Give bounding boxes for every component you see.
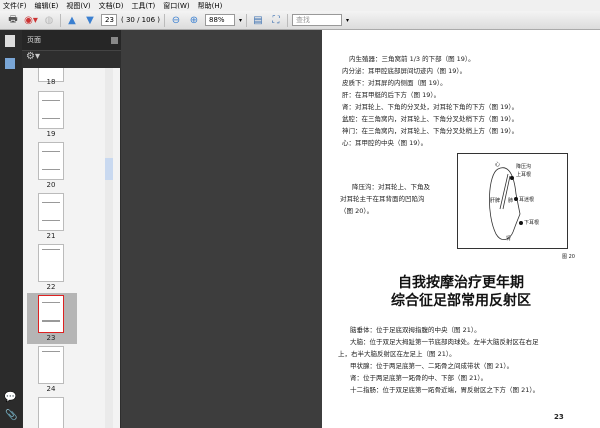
create-pdf-icon[interactable]: ◉▾ (24, 14, 38, 27)
zoom-out-button[interactable]: ⊖ (169, 14, 183, 27)
divider (287, 13, 289, 27)
thumbnail-list: 18 19 20 21 22 23 24 (23, 68, 120, 428)
menu-edit[interactable]: 编辑(E) (35, 1, 59, 11)
text-line: 大脑：位于双足大拇趾第一节底部肉球处。左半大脑反射区在右足 (350, 338, 539, 346)
document-background (121, 30, 322, 428)
chevron-down-icon[interactable]: ▾ (346, 17, 349, 24)
text-line: 内生殖器：三角窝前 1/3 的下部（图 19）。 (349, 55, 475, 63)
collaborate-icon[interactable]: ◍ (42, 14, 56, 27)
text-line: 降压沟：对耳轮上、下角及 (352, 183, 430, 191)
page-count: ( 30 / 106 ) (121, 16, 160, 24)
thumbnail-20[interactable] (38, 142, 64, 180)
divider (164, 13, 165, 27)
figure-label: 心 (495, 162, 501, 168)
divider (246, 13, 248, 27)
ear-figure: 心 降压沟 上耳根 肝脾 肺 耳迷根 下耳根 肾 (457, 153, 568, 249)
figure-label: 肾 (506, 236, 512, 242)
thumbnail-label: 18 (46, 78, 56, 86)
pages-icon[interactable] (5, 35, 15, 47)
attachment-icon[interactable]: 📎 (5, 410, 17, 421)
thumbnail-label: 22 (46, 283, 56, 291)
menu-bar: 文件(F) 编辑(E) 视图(V) 文档(D) 工具(T) 窗口(W) 帮助(H… (0, 0, 600, 11)
thumbnail-label: 19 (46, 130, 56, 138)
text-line: 内分泌：耳甲腔底部屏间切迹内（图 19）。 (342, 67, 467, 75)
page-number-input[interactable]: 23 (101, 14, 117, 26)
next-page-button[interactable]: ▼ (83, 14, 97, 27)
document-page: 内生殖器：三角窝前 1/3 的下部（图 19）。 内分泌：耳甲腔底部屏间切迹内（… (322, 30, 600, 428)
text-line: 上，右半大脑反射区在左足上（图 21）。 (338, 350, 456, 358)
thumbnail-19[interactable] (38, 91, 64, 129)
section-heading: 自我按摩治疗更年期 (398, 275, 524, 291)
divider (60, 13, 61, 27)
text-line: 甲状腺：位于两足底第一、二跖骨之间成带状（图 21）。 (350, 362, 514, 370)
panel-title: 页面 (27, 36, 41, 44)
text-line: 皮质下：对耳屏的内侧面（图 19）。 (342, 79, 447, 87)
figure-label: 下耳根 (524, 220, 540, 226)
search-input[interactable]: 查找 (292, 14, 343, 26)
scrollbar-thumb[interactable] (105, 158, 113, 180)
text-line: 心：耳甲腔的中央（图 19）。 (342, 139, 428, 147)
zoom-in-button[interactable]: ⊕ (187, 14, 201, 27)
text-line: 肾：位于两足底第一跖骨的中、下部（图 21）。 (350, 374, 488, 382)
toolbar: 🖶 ◉▾ ◍ ▲ ▼ 23 ( 30 / 106 ) ⊖ ⊕ 88% ▾ ▤ ⛶… (0, 11, 600, 30)
thumbnail-21[interactable] (38, 193, 64, 231)
figure-label: 上耳根 (516, 172, 532, 178)
thumbnail-22[interactable] (38, 244, 64, 282)
menu-document[interactable]: 文档(D) (99, 1, 124, 11)
page-number: 23 (554, 413, 564, 421)
print-icon[interactable]: 🖶 (6, 14, 20, 27)
thumbnail-24[interactable] (38, 346, 64, 384)
figure-label: 降压沟 (516, 164, 532, 170)
thumbnail-scrollbar[interactable] (105, 68, 113, 428)
figure-label: 耳迷根 (519, 197, 535, 203)
comments-icon[interactable]: 💬 (4, 392, 16, 403)
thumbnail-label: 21 (46, 232, 56, 240)
thumbnail-label: 20 (46, 181, 56, 189)
text-line: 十二指肠：位于双足底第一跖骨近端，胃反射区之下方（图 21）。 (350, 386, 540, 394)
zoom-select[interactable]: 88% (205, 14, 235, 26)
figure-label: 肝脾 (490, 198, 501, 204)
text-line: 脑垂体：位于足底双拇指腹的中央（图 21）。 (350, 326, 481, 334)
menu-tools[interactable]: 工具(T) (132, 1, 156, 11)
options-gear-icon[interactable]: ⚙▾ (22, 51, 121, 67)
text-line: 对耳轮主干在耳背面的凹陷沟 (340, 195, 425, 203)
menu-file[interactable]: 文件(F) (3, 1, 27, 11)
fit-page-icon[interactable]: ▤ (251, 14, 265, 27)
thumbnail-label: 23 (46, 334, 56, 342)
thumbnail-23[interactable] (38, 295, 64, 333)
section-heading: 综合征足部常用反射区 (391, 293, 531, 309)
pages-panel: 页面 ⚙▾ 18 19 20 21 22 23 24 (22, 30, 121, 428)
menu-window[interactable]: 窗口(W) (163, 1, 189, 11)
navigation-strip: 💬 📎 (0, 30, 22, 428)
figure-caption: 图 20 (562, 254, 575, 260)
panel-menu-button[interactable] (111, 36, 118, 44)
previous-page-button[interactable]: ▲ (65, 14, 79, 27)
menu-view[interactable]: 视图(V) (66, 1, 90, 11)
text-line: （图 20）。 (340, 207, 374, 215)
text-line: 神门：在三角窝内，对耳轮上、下角分叉处稍上方（图 19）。 (342, 127, 519, 135)
figure-label: 肺 (508, 198, 514, 204)
chevron-down-icon[interactable]: ▾ (239, 17, 242, 24)
thumbnail-label: 24 (46, 385, 56, 393)
bookmark-icon[interactable] (5, 58, 15, 69)
full-screen-icon[interactable]: ⛶ (269, 14, 283, 27)
text-line: 盆腔：在三角窝内，对耳轮上、下角分叉处稍下方（图 19）。 (342, 115, 519, 123)
thumbnail-25[interactable] (38, 397, 64, 428)
menu-help[interactable]: 帮助(H) (198, 1, 223, 11)
text-line: 肾：对耳轮上、下角的分叉处，对耳轮下角的下方（图 19）。 (342, 103, 519, 111)
text-line: 肝：在耳甲艇的后下方（图 19）。 (342, 91, 441, 99)
